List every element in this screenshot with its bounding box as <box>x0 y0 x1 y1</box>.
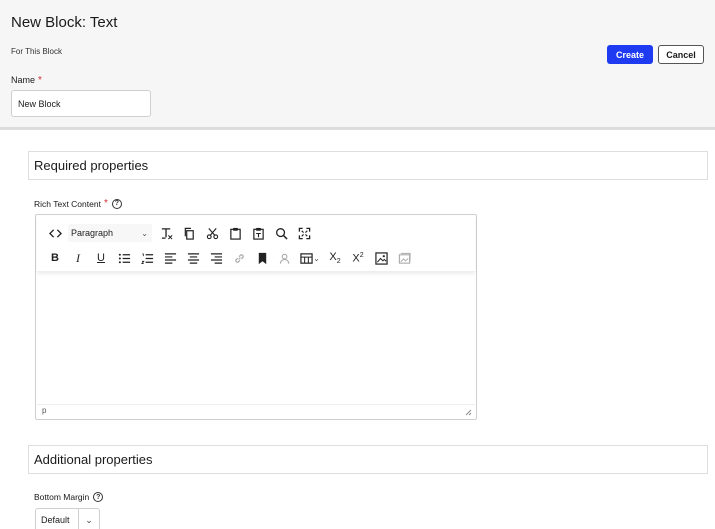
align-center-icon[interactable] <box>183 248 203 268</box>
toolbar-row-2: B I U ⌄ X2 X2 <box>45 248 417 268</box>
element-path[interactable]: p <box>42 406 46 415</box>
bottom-margin-value: Default <box>41 515 70 525</box>
required-indicator: * <box>38 75 42 86</box>
bottom-margin-select[interactable]: Default ⌄ <box>35 508 100 529</box>
additional-properties-section: Additional properties <box>28 445 708 474</box>
media-icon[interactable] <box>394 248 414 268</box>
create-button[interactable]: Create <box>607 45 653 64</box>
align-left-icon[interactable] <box>160 248 180 268</box>
chevron-down-icon: ⌄ <box>313 253 320 263</box>
search-icon[interactable] <box>271 223 291 243</box>
name-input[interactable] <box>11 90 151 117</box>
bullet-list-icon[interactable] <box>114 248 134 268</box>
page-subtitle: For This Block <box>11 47 62 56</box>
help-icon[interactable]: ? <box>93 492 104 502</box>
paste-icon[interactable] <box>225 223 245 243</box>
numbered-list-icon[interactable] <box>137 248 157 268</box>
section-title-additional: Additional properties <box>34 452 153 467</box>
chevron-down-icon[interactable]: ⌄ <box>79 515 99 526</box>
table-icon[interactable]: ⌄ <box>298 248 322 268</box>
copy-icon[interactable] <box>179 223 199 243</box>
fullscreen-icon[interactable] <box>294 223 314 243</box>
rich-text-label-text: Rich Text Content <box>34 198 101 209</box>
editor-status-bar: p <box>37 404 475 418</box>
required-properties-section: Required properties <box>28 151 708 180</box>
bottom-margin-label-text: Bottom Margin <box>34 492 90 502</box>
link-icon[interactable] <box>229 248 249 268</box>
rich-text-editor: Paragraph ⌄ B I U ⌄ X2 X2 p <box>35 214 477 420</box>
superscript-icon[interactable]: X2 <box>348 248 368 268</box>
chevron-down-icon: ⌄ <box>141 228 148 238</box>
subscript-icon[interactable]: X2 <box>325 248 345 268</box>
clear-formatting-icon[interactable] <box>156 223 176 243</box>
required-indicator: * <box>103 198 108 209</box>
editor-content-area[interactable] <box>37 273 475 404</box>
underline-icon[interactable]: U <box>91 248 111 268</box>
align-right-icon[interactable] <box>206 248 226 268</box>
italic-icon[interactable]: I <box>68 248 88 268</box>
cancel-button[interactable]: Cancel <box>658 45 704 64</box>
source-code-icon[interactable] <box>45 223 65 243</box>
bold-icon[interactable]: B <box>45 248 65 268</box>
page-title: New Block: Text <box>11 14 118 31</box>
block-header: New Block: Text For This Block Create Ca… <box>0 0 715 130</box>
rich-text-label: Rich Text Content * ? <box>34 198 122 209</box>
bottom-margin-label: Bottom Margin ? <box>34 492 104 502</box>
name-field-label: Name * <box>11 75 42 86</box>
format-select-value: Paragraph <box>71 228 114 238</box>
section-title-required: Required properties <box>34 158 149 173</box>
image-icon[interactable] <box>371 248 391 268</box>
format-select[interactable]: Paragraph ⌄ <box>68 224 152 242</box>
bookmark-icon[interactable] <box>252 248 272 268</box>
resize-handle-icon[interactable] <box>464 408 472 416</box>
unlink-icon[interactable] <box>275 248 295 268</box>
name-label-text: Name <box>11 75 36 85</box>
editor-toolbar: Paragraph ⌄ B I U ⌄ X2 X2 <box>37 216 475 272</box>
cut-icon[interactable] <box>202 223 222 243</box>
paste-text-icon[interactable] <box>248 223 268 243</box>
toolbar-row-1: Paragraph ⌄ <box>45 223 317 243</box>
help-icon[interactable]: ? <box>111 198 122 209</box>
